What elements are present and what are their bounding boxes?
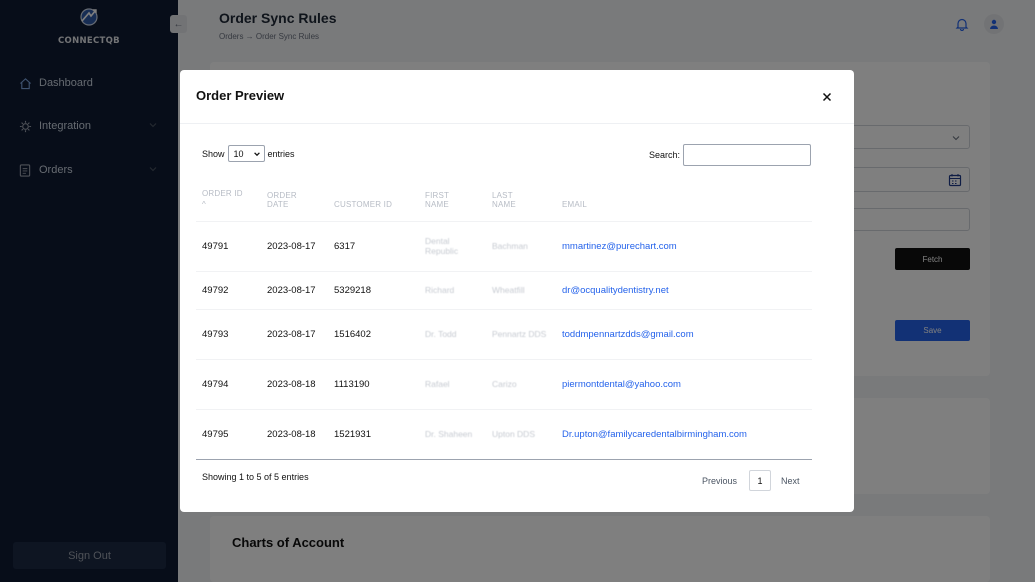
entries-length-control: Show 10 entries: [202, 145, 295, 162]
table-info: Showing 1 to 5 of 5 entries: [202, 472, 309, 482]
order-id-cell: 49794: [196, 358, 261, 409]
email-cell[interactable]: piermontdental@yahoo.com: [556, 358, 812, 409]
order-id-cell: 49791: [196, 220, 261, 271]
customer-id-cell: 1521931: [328, 408, 419, 460]
modal-header: Order Preview: [180, 70, 854, 124]
orders-table: ORDER ID ^ ORDER DATE CUSTOMER ID FIRST NAM…: [196, 178, 812, 460]
entries-per-page-select[interactable]: 10: [227, 145, 265, 162]
column-header-last-name[interactable]: LAST NAME: [486, 178, 556, 221]
last-name-cell: Wheatfill: [486, 270, 556, 309]
first-name-cell: Dr. Shaheen: [419, 408, 486, 460]
close-icon: [822, 92, 832, 102]
search-label: Search:: [649, 150, 681, 160]
first-name-cell: Richard: [419, 270, 486, 309]
order-date-cell: 2023-08-17: [261, 270, 328, 309]
table-row: 49791 2023-08-17 6317 Dental Republic Ba…: [196, 220, 812, 271]
table-row: 49794 2023-08-18 1113190 Rafael Carizo p…: [196, 358, 812, 409]
order-id-cell: 49795: [196, 408, 261, 460]
order-date-cell: 2023-08-18: [261, 408, 328, 460]
column-header-email[interactable]: EMAIL: [556, 178, 812, 221]
entries-label: entries: [267, 148, 295, 159]
email-cell[interactable]: toddmpennartzdds@gmail.com: [556, 308, 812, 359]
last-name-cell: Pennartz DDS: [486, 308, 556, 359]
first-name-cell: Dental Republic: [419, 220, 486, 271]
column-header-order-id[interactable]: ORDER ID ^: [196, 178, 261, 221]
column-header-customer-id[interactable]: CUSTOMER ID: [328, 178, 419, 221]
sort-ascending-icon: ^: [202, 199, 206, 209]
order-id-cell: 49792: [196, 270, 261, 309]
column-header-order-date[interactable]: ORDER DATE: [261, 178, 328, 221]
search-input[interactable]: [683, 144, 811, 166]
table-row: 49792 2023-08-17 5329218 Richard Wheatfi…: [196, 270, 812, 309]
email-cell[interactable]: Dr.upton@familycaredentalbirmingham.com: [556, 408, 812, 460]
order-id-cell: 49793: [196, 308, 261, 359]
column-header-first-name[interactable]: FIRST NAME: [419, 178, 486, 221]
next-page-button[interactable]: Next: [781, 476, 800, 486]
last-name-cell: Bachman: [486, 220, 556, 271]
table-header-row: ORDER ID ^ ORDER DATE CUSTOMER ID FIRST NAM…: [196, 178, 812, 221]
first-name-cell: Dr. Todd: [419, 308, 486, 359]
email-cell[interactable]: mmartinez@purechart.com: [556, 220, 812, 271]
first-name-cell: Rafael: [419, 358, 486, 409]
customer-id-cell: 5329218: [328, 270, 419, 309]
order-date-cell: 2023-08-17: [261, 220, 328, 271]
last-name-cell: Carizo: [486, 358, 556, 409]
close-button[interactable]: [820, 90, 834, 104]
customer-id-cell: 1113190: [328, 358, 419, 409]
order-preview-modal: Order Preview Show 10 entries Search: OR…: [180, 70, 854, 512]
table-row: 49793 2023-08-17 1516402 Dr. Todd Pennar…: [196, 308, 812, 359]
page-button-current[interactable]: 1: [749, 470, 771, 491]
customer-id-cell: 6317: [328, 220, 419, 271]
chevron-down-icon: [253, 151, 260, 156]
order-date-cell: 2023-08-17: [261, 308, 328, 359]
table-row: 49795 2023-08-18 1521931 Dr. Shaheen Upt…: [196, 408, 812, 460]
previous-page-button[interactable]: Previous: [702, 476, 737, 486]
customer-id-cell: 1516402: [328, 308, 419, 359]
last-name-cell: Upton DDS: [486, 408, 556, 460]
entries-select-value: 10: [233, 148, 244, 159]
email-cell[interactable]: dr@ocqualitydentistry.net: [556, 270, 812, 309]
order-date-cell: 2023-08-18: [261, 358, 328, 409]
modal-title: Order Preview: [196, 88, 285, 103]
show-label: Show: [202, 148, 225, 159]
